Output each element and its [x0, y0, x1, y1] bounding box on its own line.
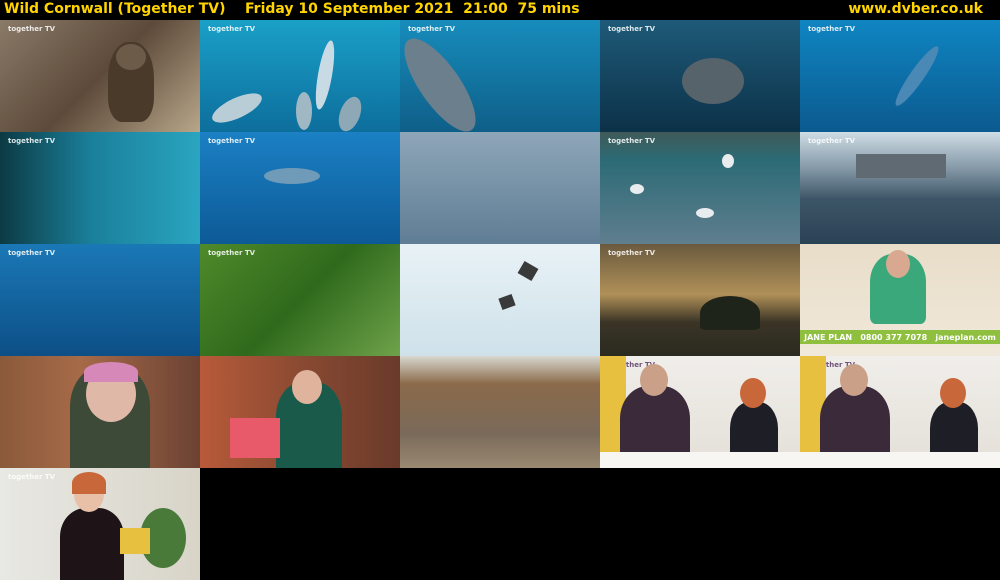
thumbnail[interactable]: together TV	[800, 20, 1000, 132]
header-bar: Wild Cornwall (Together TV) Friday 10 Se…	[0, 0, 1000, 20]
thumbnail[interactable]: together TV	[0, 468, 200, 580]
channel-logo: together TV	[408, 25, 456, 33]
channel-logo: together TV	[608, 249, 656, 257]
thumbnail[interactable]	[0, 356, 200, 468]
thumbnail[interactable]: together TV	[200, 20, 400, 132]
channel-logo: together TV	[8, 137, 56, 145]
advert-brand: JANE PLAN	[804, 332, 853, 342]
thumbnail[interactable]	[400, 244, 600, 356]
thumbnail[interactable]: together TV	[0, 20, 200, 132]
channel-logo: together TV	[608, 25, 656, 33]
thumbnail[interactable]: together TV	[200, 244, 400, 356]
thumbnail[interactable]: JANE PLAN 0800 377 7078 janeplan.com	[800, 244, 1000, 356]
channel-logo: together TV	[8, 473, 56, 481]
channel-logo: together TV	[808, 25, 856, 33]
thumbnail[interactable]: together TV	[800, 356, 1000, 468]
thumbnail[interactable]	[400, 132, 600, 244]
channel-logo: together TV	[608, 137, 656, 145]
channel-logo: together TV	[208, 25, 256, 33]
thumbnail-grid: together TV together TV together TV toge…	[0, 20, 1000, 580]
channel-logo: together TV	[8, 25, 56, 33]
thumbnail[interactable]: together TV	[0, 132, 200, 244]
channel-logo: together TV	[8, 249, 56, 257]
programme-title: Wild Cornwall (Together TV) Friday 10 Se…	[4, 1, 580, 17]
site-link[interactable]: www.dvber.co.uk	[848, 1, 983, 17]
thumbnail[interactable]: together TV	[800, 132, 1000, 244]
advert-phone: 0800 377 7078	[860, 332, 928, 342]
thumbnail[interactable]	[400, 356, 600, 468]
thumbnail[interactable]	[200, 356, 400, 468]
thumbnail[interactable]: together TV	[0, 244, 200, 356]
channel-logo: together TV	[808, 137, 856, 145]
thumbnail[interactable]: together TV	[600, 356, 800, 468]
advert-web: janeplan.com	[935, 332, 996, 342]
advert-banner: JANE PLAN 0800 377 7078 janeplan.com	[800, 330, 1000, 344]
channel-logo: together TV	[208, 137, 256, 145]
channel-logo: together TV	[208, 249, 256, 257]
thumbnail[interactable]: together TV	[400, 20, 600, 132]
thumbnail[interactable]: together TV	[600, 132, 800, 244]
thumbnail[interactable]: together TV	[600, 20, 800, 132]
thumbnail[interactable]: together TV	[600, 244, 800, 356]
thumbnail[interactable]: together TV	[200, 132, 400, 244]
